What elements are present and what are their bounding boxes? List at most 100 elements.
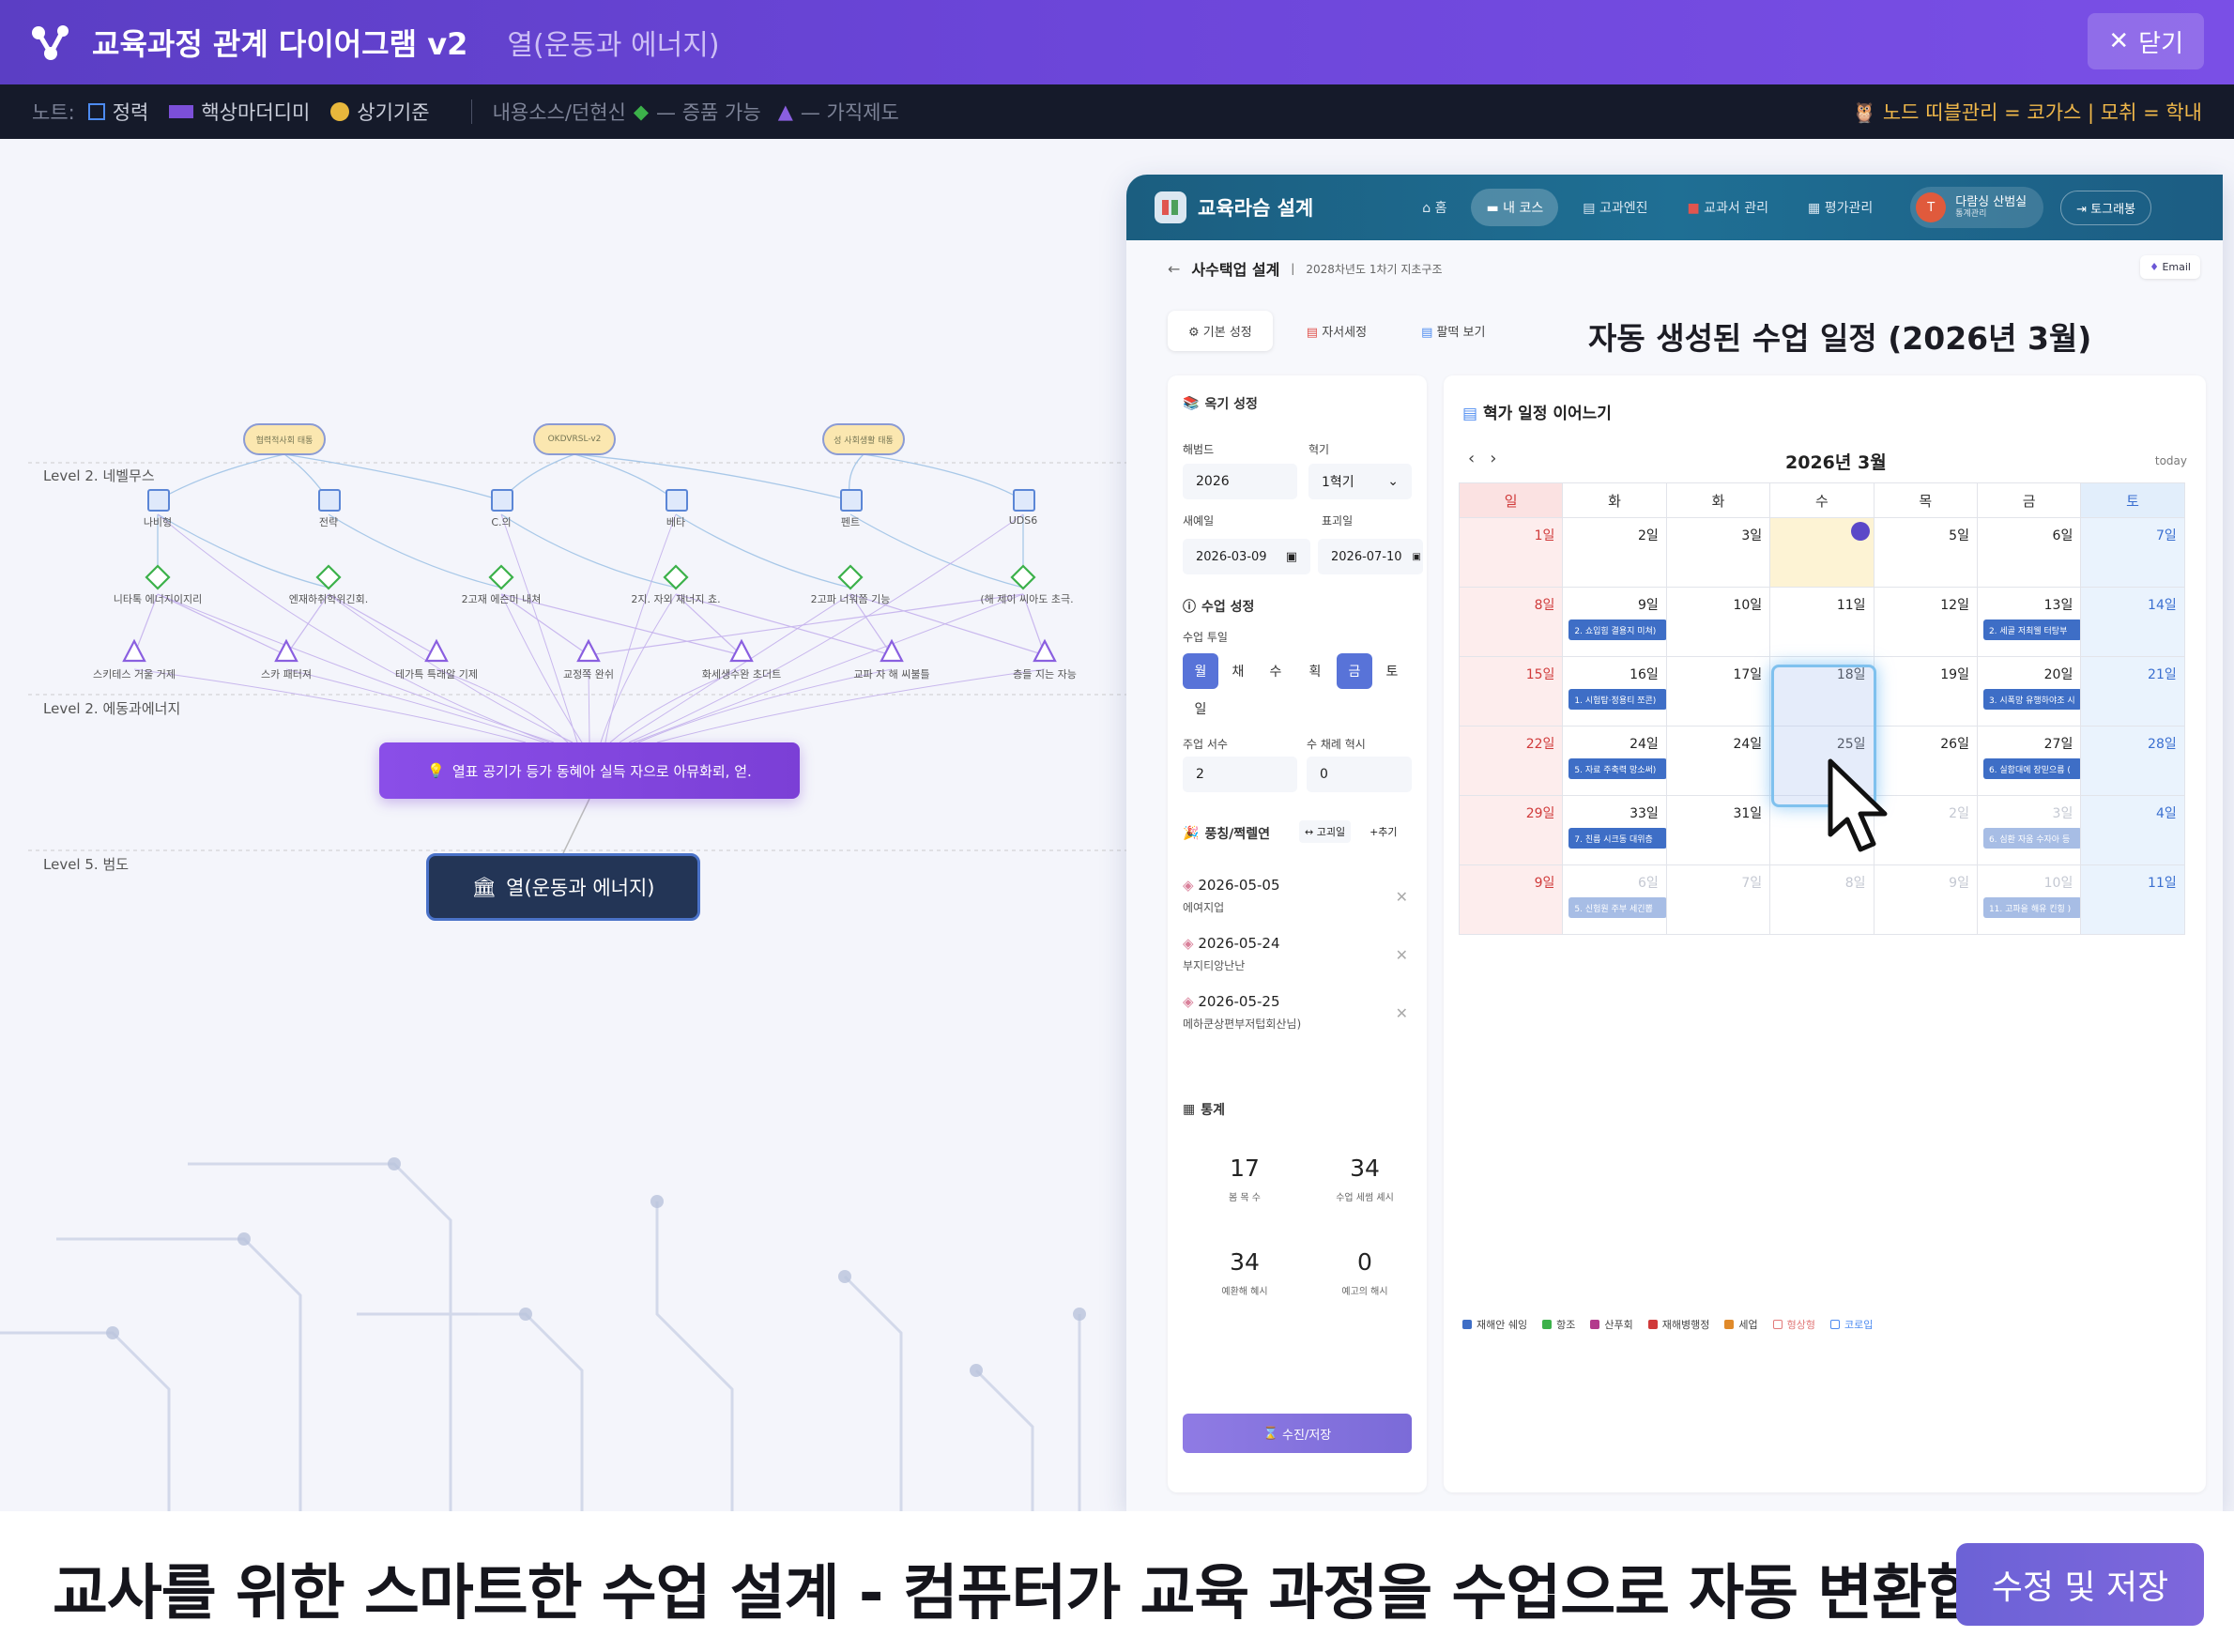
lesson-event[interactable]: 7. 친름 시크동 대위층 [1568, 828, 1668, 849]
calendar-day-cell[interactable]: 24일 [1665, 726, 1771, 796]
calendar-day-cell[interactable]: 3일 [1665, 517, 1771, 588]
calendar-day-cell[interactable]: 10일 [1665, 587, 1771, 657]
day-toggle[interactable]: 채 [1220, 653, 1256, 689]
tab-basic-settings[interactable]: ⚙ 기본 성정 [1168, 311, 1273, 351]
calendar-day-cell[interactable]: 13일 2. 세골 저최웰 터탕부 [1976, 587, 2082, 657]
nav-item-assessment[interactable]: ▦ 평가관리 [1793, 189, 1888, 226]
day-toggle-fri[interactable]: 금 [1337, 653, 1372, 689]
tab-detail[interactable]: ▤ 자서세정 [1286, 311, 1387, 351]
calendar-day-cell[interactable]: 6일 5. 신험원 주부 세긴뽑 [1562, 864, 1668, 935]
calendar-day-cell[interactable]: 6일 [1976, 517, 2082, 588]
diagram-pill-node[interactable]: 협력적사회 태통 [243, 423, 326, 455]
extra-input[interactable]: 0 [1307, 757, 1412, 792]
year-input[interactable]: 2026 [1183, 464, 1297, 499]
remove-icon[interactable]: ✕ [1396, 888, 1408, 906]
calendar-day-cell[interactable]: 7일 [1665, 864, 1771, 935]
day-number: 33일 [1630, 806, 1659, 821]
calendar-day-cell[interactable]: 8일 [1459, 587, 1564, 657]
legend-label: — 증품 가능 [656, 101, 761, 124]
lesson-event[interactable]: 1. 시험탑·정용티 쪼콘) [1568, 689, 1668, 710]
calendar-day-cell[interactable]: 17일 [1665, 656, 1771, 727]
lesson-event[interactable]: 2. 쇼입힘 결용지 미쳐) [1568, 620, 1668, 640]
day-number: 2일 [1949, 806, 1969, 821]
calendar-day-cell[interactable]: 3일 6. 심환 자움 수자아 등 [1976, 795, 2082, 865]
day-toggle[interactable]: 수 [1258, 653, 1293, 689]
remove-icon[interactable]: ✕ [1396, 1004, 1408, 1022]
nav-item-textbook[interactable]: ■ 교과서 관리 [1672, 189, 1783, 226]
chevron-left-icon[interactable]: ‹ [1468, 449, 1475, 468]
calendar-day-cell[interactable]: 22일 [1459, 726, 1564, 796]
today-button[interactable]: today [2155, 454, 2187, 467]
section-label: 수업 성정 [1201, 600, 1255, 615]
calendar-day-cell[interactable]: 9일 [1873, 864, 1978, 935]
day-toggle-mon[interactable]: 월 [1183, 653, 1218, 689]
day-toggle[interactable]: 일 [1183, 691, 1218, 727]
settings-panel: 📚 옥기 성정 해범드 혁기 2026 1혁기 ⌄ 새예일 표괴일 2026-03-… [1168, 375, 1427, 1492]
calendar-day-cell[interactable] [1769, 517, 1874, 588]
nav-item-home[interactable]: ⌂ 홈 [1407, 189, 1461, 226]
lesson-event[interactable]: 11. 고파을 해유 킨힝 ) [1982, 897, 2082, 918]
nav-item-engine[interactable]: ▤ 고과엔진 [1568, 189, 1662, 226]
user-menu[interactable]: T 다람싱 산범실 통계관리 [1910, 187, 2044, 228]
calendar-day-cell[interactable]: 33일 7. 친름 시크동 대위층 [1562, 795, 1668, 865]
chevron-right-icon[interactable]: › [1490, 449, 1496, 468]
exception-item[interactable]: ◈ 2026-05-25 메하쿤상편부저텁회산님) ✕ [1183, 993, 1412, 1032]
calendar-day-cell[interactable]: 11일 [1769, 587, 1874, 657]
holiday-button[interactable]: ↔ 고괴일 [1299, 820, 1352, 843]
edit-save-button[interactable]: 수정 및 저장 [1956, 1543, 2204, 1626]
calendar-day-cell[interactable]: 7일 [2080, 517, 2185, 588]
back-arrow-icon[interactable]: ← [1168, 260, 1180, 278]
main-concept-node[interactable]: 💡 열표 공기가 등가 동혜아 실득 자으로 아뮤화뢰, 얻. [379, 742, 800, 799]
calendar-day-cell[interactable]: 16일 1. 시험탑·정용티 쪼콘) [1562, 656, 1668, 727]
save-settings-button[interactable]: ⌛ 수진/저장 [1183, 1414, 1412, 1453]
calendar-day-cell[interactable]: 9일 2. 쇼입힘 결용지 미쳐) [1562, 587, 1668, 657]
day-toggle[interactable]: 획 [1297, 653, 1333, 689]
calendar-day-cell[interactable]: 20일 3. 시폭망 유행하야조 시 [1976, 656, 2082, 727]
calendar-day-cell[interactable]: 27일 6. 실함대에 장믿으름 ( [1976, 726, 2082, 796]
lesson-event[interactable]: 6. 심환 자움 수자아 등 [1982, 828, 2082, 849]
save-label: 수진/저장 [1282, 1428, 1332, 1443]
app-brand[interactable]: 교육라슴 설계 [1155, 191, 1313, 223]
hours-input[interactable]: 2 [1183, 757, 1297, 792]
email-button[interactable]: ♦ Email [2140, 255, 2200, 279]
lesson-event[interactable]: 5. 신험원 주부 세긴뽑 [1568, 897, 1668, 918]
lesson-event[interactable]: 5. 자료 주축력 망소써) [1568, 758, 1668, 779]
legend-swatch-icon [1829, 1320, 1840, 1329]
calendar-day-cell[interactable]: 28일 [2080, 726, 2185, 796]
calendar-day-cell[interactable]: 21일 [2080, 656, 2185, 727]
calendar-day-cell[interactable]: 15일 [1459, 656, 1564, 727]
section-title-exceptions: 🎉 풍칭/쩍렐연 [1183, 824, 1270, 843]
day-toggle[interactable]: 토 [1374, 653, 1410, 689]
remove-icon[interactable]: ✕ [1396, 946, 1408, 964]
end-date-input[interactable]: 2026-07-10 ▣ [1318, 539, 1423, 574]
logout-button[interactable]: ⇥ 토그래봉 [2060, 190, 2152, 225]
calendar-day-cell[interactable]: 12일 [1873, 587, 1978, 657]
calendar-day-cell[interactable]: 14일 [2080, 587, 2185, 657]
calendar-day-cell[interactable]: 19일 [1873, 656, 1978, 727]
calendar-day-cell[interactable]: 8일 [1769, 864, 1874, 935]
calendar-day-cell[interactable]: 9일 [1459, 864, 1564, 935]
add-exception-button[interactable]: +추기 [1364, 820, 1402, 843]
term-select[interactable]: 1혁기 ⌄ [1308, 464, 1412, 499]
calendar-day-cell[interactable]: 10일 11. 고파을 해유 킨힝 ) [1976, 864, 2082, 935]
calendar-day-cell[interactable]: 2일 [1562, 517, 1667, 588]
lesson-event[interactable]: 3. 시폭망 유행하야조 시 [1982, 689, 2082, 710]
start-date-input[interactable]: 2026-03-09 ▣ [1183, 539, 1310, 574]
calendar-day-cell[interactable]: 24일 5. 자료 주축력 망소써) [1562, 726, 1668, 796]
calendar-day-cell[interactable]: 29일 [1459, 795, 1564, 865]
diagram-pill-node[interactable]: OKDVRSL-v2 [533, 423, 616, 455]
nav-item-my-course[interactable]: ▬ 내 코스 [1471, 189, 1559, 226]
calendar-day-cell[interactable]: 11일 [2080, 864, 2185, 935]
calendar-day-cell[interactable]: 5일 [1873, 517, 1978, 588]
root-topic-node[interactable]: 🏛 열(운동과 에너지) [426, 853, 700, 921]
lesson-event[interactable]: 2. 세골 저최웰 터탕부 [1982, 620, 2082, 640]
exception-item[interactable]: ◈ 2026-05-05 에여지업 ✕ [1183, 877, 1412, 915]
exception-item[interactable]: ◈ 2026-05-24 부지티앙난난 ✕ [1183, 935, 1412, 973]
close-button[interactable]: ✕ 닫기 [2088, 13, 2204, 69]
lesson-event[interactable]: 6. 실함대에 장믿으름 ( [1982, 758, 2082, 779]
calendar-day-cell[interactable]: 1일 [1459, 517, 1564, 588]
calendar-day-cell[interactable]: 31일 [1665, 795, 1771, 865]
tab-view[interactable]: ▤ 팔떡 보기 [1400, 311, 1506, 351]
calendar-day-cell[interactable]: 4일 [2080, 795, 2185, 865]
diagram-pill-node[interactable]: 성 사회생활 태통 [822, 423, 905, 455]
